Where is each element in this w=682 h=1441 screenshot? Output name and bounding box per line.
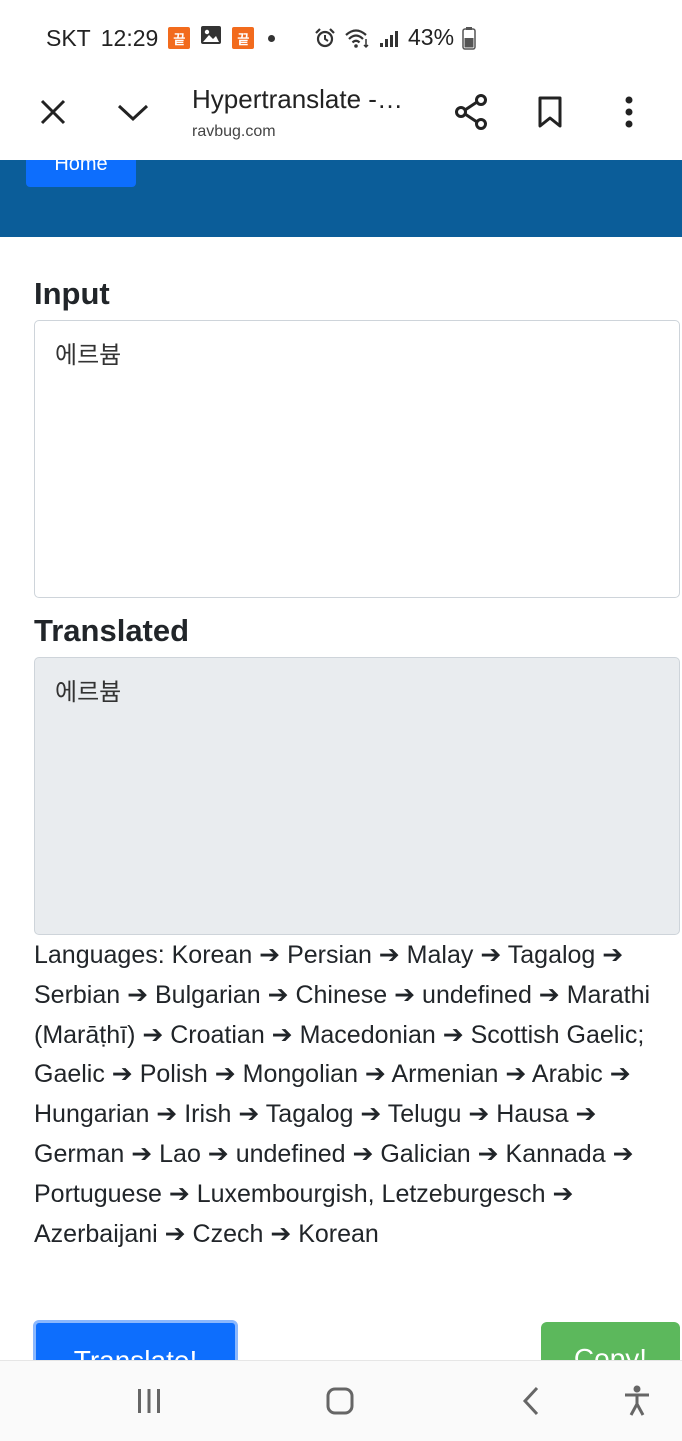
browser-toolbar: Hypertranslate -… ravbug.com [0, 78, 682, 161]
translated-label: Translated [34, 613, 190, 648]
more-notifications-dot [268, 34, 276, 42]
carrier-label: SKT [46, 24, 91, 51]
system-nav-bar [0, 1360, 682, 1441]
more-vert-icon[interactable] [607, 90, 651, 134]
bookmark-icon[interactable] [528, 90, 572, 134]
home-icon[interactable] [320, 1381, 360, 1421]
alarm-icon [314, 27, 336, 49]
page-url[interactable]: ravbug.com [192, 123, 276, 141]
chevron-down-icon[interactable] [111, 90, 155, 134]
recents-icon[interactable] [129, 1381, 169, 1421]
input-label: Input [34, 276, 110, 311]
status-bar: SKT 12:29 끝 끝 43% [0, 0, 682, 78]
accessibility-icon[interactable] [617, 1381, 657, 1421]
app-notification-icon: 끝 [168, 27, 191, 49]
image-icon [200, 24, 222, 52]
languages-chain: Languages: Korean ➔ Persian ➔ Malay ➔ Ta… [34, 941, 651, 1248]
battery-icon [462, 26, 476, 50]
translated-textarea[interactable]: 에르븀 [34, 657, 680, 935]
share-icon[interactable] [449, 90, 493, 134]
back-icon[interactable] [511, 1381, 551, 1421]
close-icon[interactable] [31, 90, 75, 134]
app-notification-icon: 끝 [232, 27, 255, 49]
clock: 12:29 [100, 24, 159, 51]
wifi-icon [344, 27, 370, 49]
site-header: Home [0, 160, 682, 237]
input-textarea[interactable]: 에르븀 [34, 320, 680, 598]
home-button[interactable]: Home [26, 160, 136, 187]
status-left: SKT 12:29 끝 끝 [46, 24, 276, 52]
battery-percent: 43% [408, 24, 455, 50]
signal-icon [378, 27, 400, 49]
page-title[interactable]: Hypertranslate -… [192, 84, 403, 115]
status-right: 43% [314, 24, 476, 51]
